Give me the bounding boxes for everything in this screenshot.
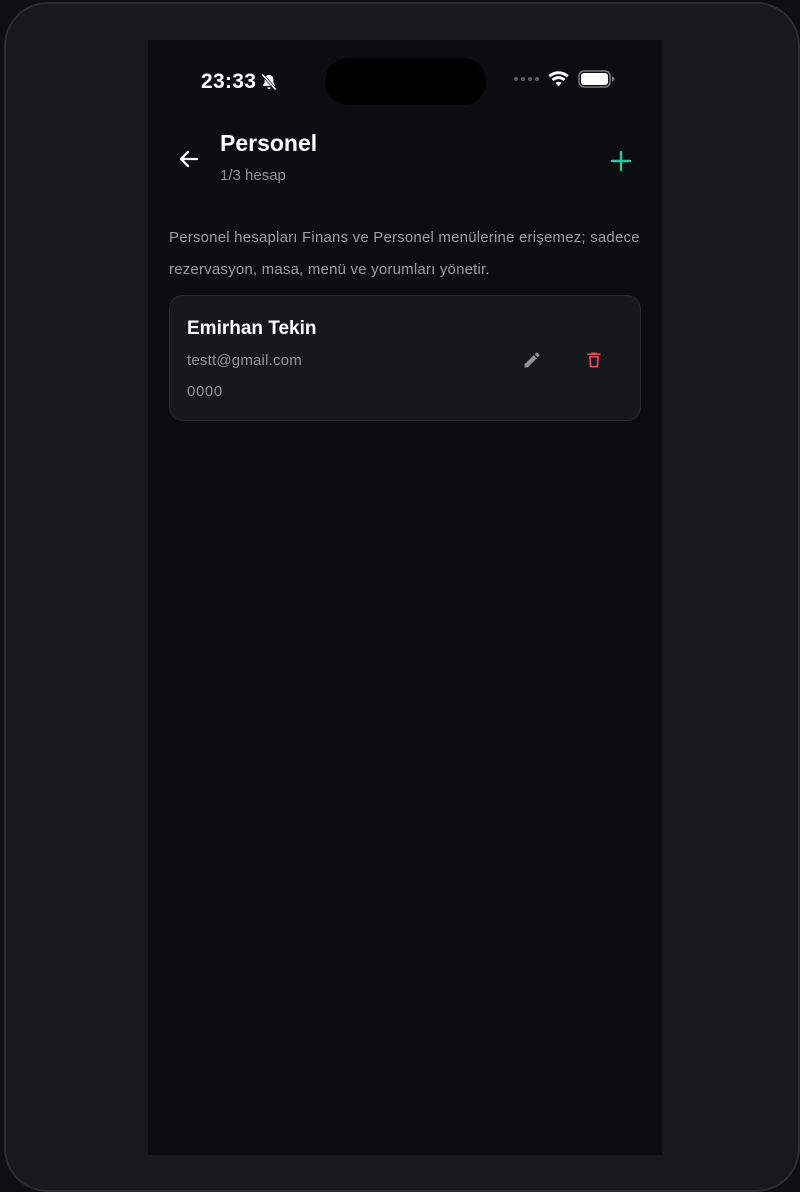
delete-staff-button[interactable]	[580, 346, 608, 374]
app-screen: 23:33 Personel 1/3 hesap Personel hesapl…	[148, 40, 662, 1155]
back-button[interactable]	[172, 142, 206, 176]
battery-icon	[578, 70, 615, 88]
plus-icon	[610, 150, 632, 172]
status-indicators	[514, 70, 615, 88]
trash-icon	[587, 352, 601, 368]
dynamic-island	[325, 58, 486, 105]
account-count: 1/3 hesap	[220, 167, 286, 184]
staff-email: testt@gmail.com	[187, 352, 302, 369]
pencil-icon	[524, 352, 540, 368]
edit-staff-button[interactable]	[518, 346, 546, 374]
staff-card[interactable]: Emirhan Tekin testt@gmail.com 0000	[169, 295, 641, 421]
page-title: Personel	[220, 130, 318, 156]
status-time-text: 23:33	[201, 70, 257, 93]
cellular-signal-icon	[514, 77, 539, 81]
add-staff-button[interactable]	[606, 146, 636, 176]
staff-name: Emirhan Tekin	[187, 318, 317, 339]
permissions-description: Personel hesapları Finans ve Personel me…	[169, 229, 640, 278]
status-time: 23:33	[201, 70, 279, 94]
arrow-left-icon	[179, 150, 199, 168]
staff-pin: 0000	[187, 383, 223, 400]
bell-slash-icon	[261, 73, 277, 91]
wifi-icon	[548, 71, 569, 87]
